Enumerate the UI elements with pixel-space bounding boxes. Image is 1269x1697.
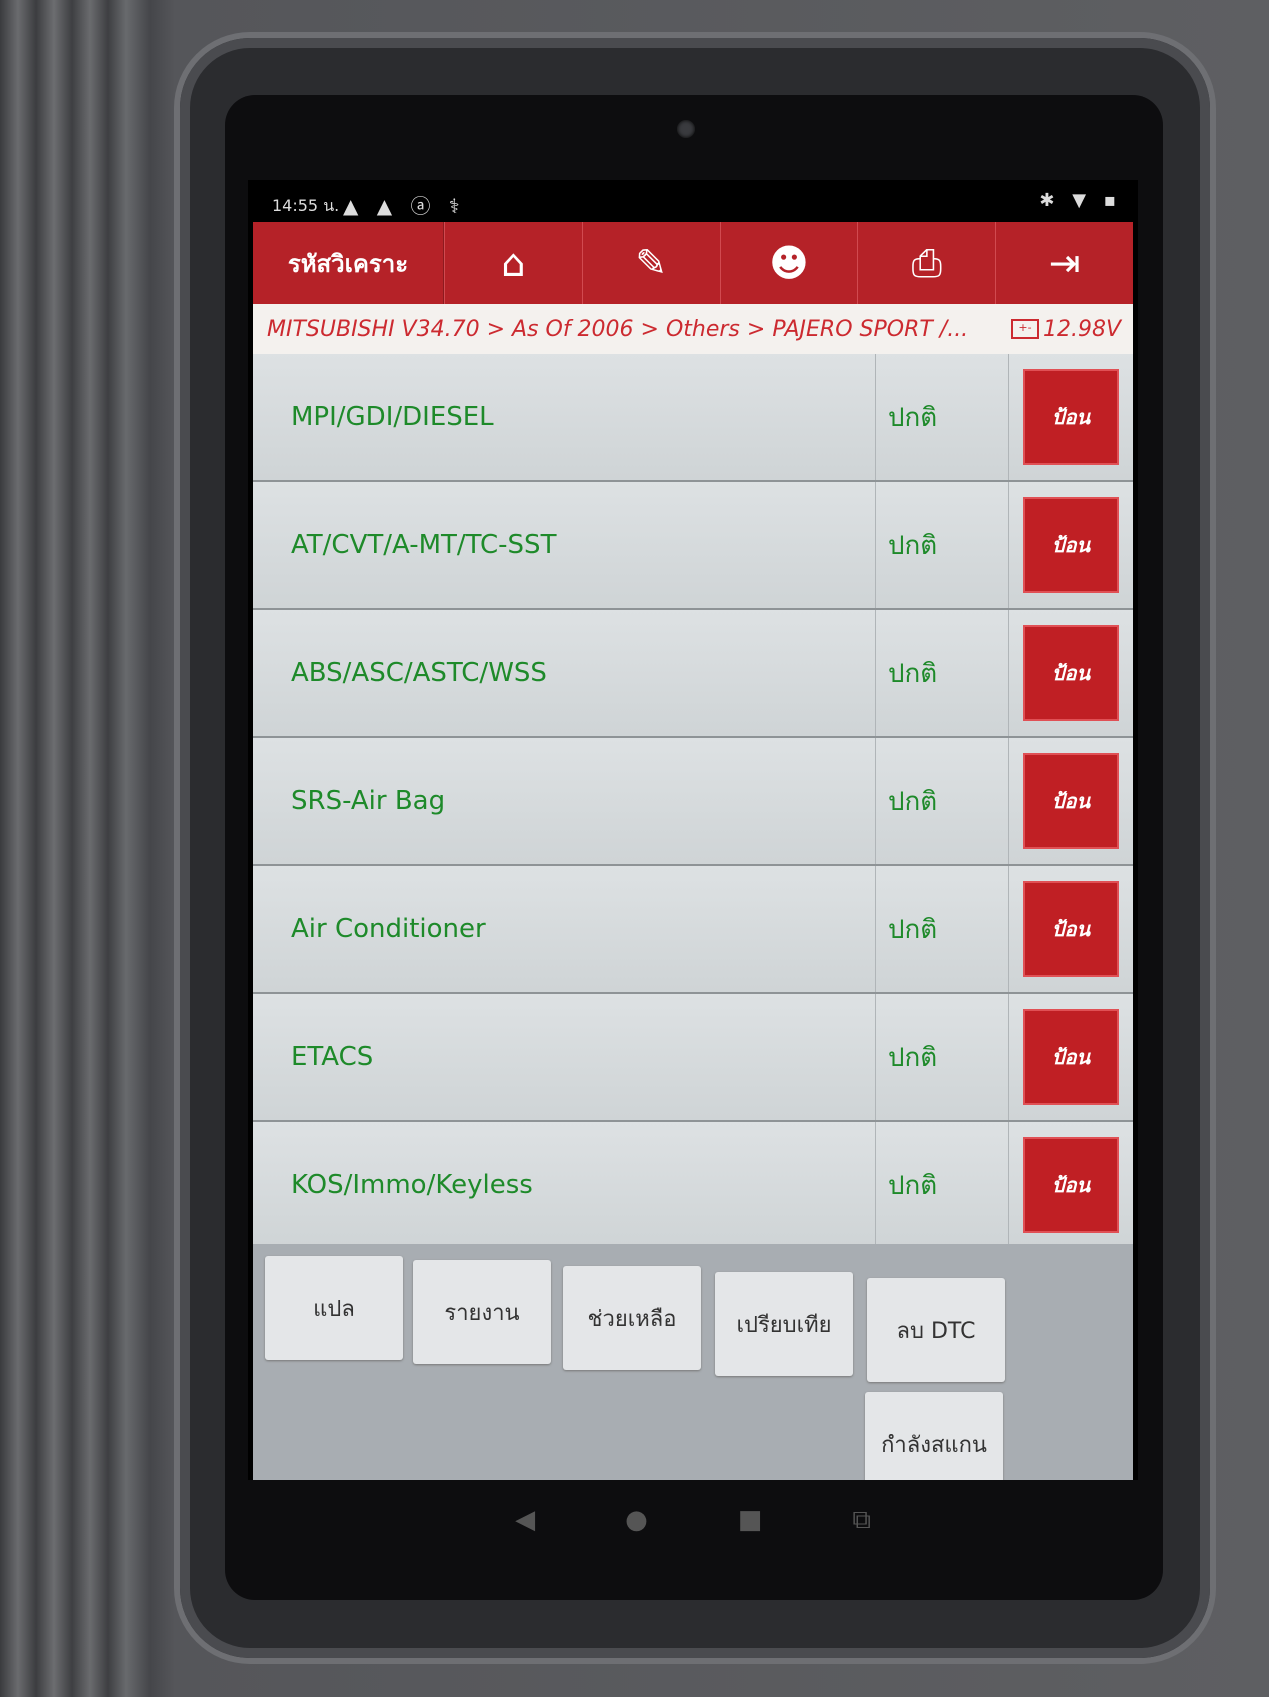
enter-cell: ป้อน [1009, 482, 1133, 608]
list-item: AT/CVT/A-MT/TC-SST ปกติ ป้อน [253, 482, 1133, 610]
back-icon[interactable]: ◀ [515, 1505, 535, 1535]
list-item: Air Conditioner ปกติ ป้อน [253, 866, 1133, 994]
clear-dtc-button[interactable]: ลบ DTC [867, 1278, 1005, 1382]
system-status: ปกติ [876, 866, 1009, 992]
page-title: รหัสวิเคราะ [253, 222, 444, 304]
system-status: ปกติ [876, 1122, 1009, 1248]
list-item: MPI/GDI/DIESEL ปกติ ป้อน [253, 354, 1133, 482]
home-button[interactable]: ⌂ [444, 222, 582, 304]
report-button[interactable]: รายงาน [413, 1260, 551, 1364]
system-status: ปกติ [876, 354, 1009, 480]
enter-button[interactable]: ป้อน [1023, 625, 1119, 721]
front-camera [677, 120, 695, 138]
top-toolbar: รหัสวิเคราะ ⌂ ✎ ☻ ⎙ ⇥ [253, 222, 1133, 304]
enter-cell: ป้อน [1009, 610, 1133, 736]
enter-button[interactable]: ป้อน [1023, 497, 1119, 593]
enter-cell: ป้อน [1009, 1122, 1133, 1248]
screen: 14:55 น. ▲ ▲ ⓐ ⚕ ✱ ▼ ▪ รหัสวิเคราะ ⌂ ✎ ☻… [248, 180, 1138, 1480]
system-name: ETACS [253, 994, 876, 1120]
exit-icon: ⇥ [1048, 241, 1081, 285]
enter-button[interactable]: ป้อน [1023, 369, 1119, 465]
enter-button[interactable]: ป้อน [1023, 1009, 1119, 1105]
battery-voltage: +- 12.98V [1010, 316, 1121, 342]
scanning-button[interactable]: กำลังสแกน [865, 1392, 1003, 1480]
compare-button[interactable]: เปรียบเทีย [715, 1272, 853, 1376]
list-item: ABS/ASC/ASTC/WSS ปกติ ป้อน [253, 610, 1133, 738]
system-name: ABS/ASC/ASTC/WSS [253, 610, 876, 736]
edit-button[interactable]: ✎ [581, 222, 720, 304]
system-list: MPI/GDI/DIESEL ปกติ ป้อน AT/CVT/A-MT/TC-… [253, 354, 1133, 1250]
enter-button[interactable]: ป้อน [1023, 1137, 1119, 1233]
list-item: SRS-Air Bag ปกติ ป้อน [253, 738, 1133, 866]
enter-button[interactable]: ป้อน [1023, 753, 1119, 849]
help-button[interactable]: ช่วยเหลือ [563, 1266, 701, 1370]
system-status: ปกติ [876, 994, 1009, 1120]
print-icon: ⎙ [911, 240, 942, 285]
system-name: AT/CVT/A-MT/TC-SST [253, 482, 876, 608]
system-status: ปกติ [876, 738, 1009, 864]
notification-icons: ▲ ▲ ⓐ ⚕ [343, 194, 466, 218]
battery-icon: +- [1010, 319, 1039, 339]
print-button[interactable]: ⎙ [857, 222, 995, 304]
list-item: ETACS ปกติ ป้อน [253, 994, 1133, 1122]
system-status: ปกติ [876, 482, 1009, 608]
footer-toolbar: แปล รายงาน ช่วยเหลือ เปรียบเทีย ลบ DTC ก… [253, 1244, 1133, 1480]
support-icon: ☻ [769, 241, 809, 285]
translate-button[interactable]: แปล [265, 1256, 403, 1360]
home-nav-icon[interactable]: ● [625, 1505, 648, 1535]
android-nav-bar: ◀ ● ■ ⧉ [248, 1480, 1138, 1560]
enter-button[interactable]: ป้อน [1023, 881, 1119, 977]
enter-cell: ป้อน [1009, 354, 1133, 480]
recent-apps-icon[interactable]: ■ [738, 1505, 763, 1535]
status-bar: 14:55 น. ▲ ▲ ⓐ ⚕ ✱ ▼ ▪ [248, 180, 1138, 222]
breadcrumb-path: MITSUBISHI V34.70 > As Of 2006 > Others … [267, 316, 969, 342]
enter-cell: ป้อน [1009, 866, 1133, 992]
system-name: MPI/GDI/DIESEL [253, 354, 876, 480]
system-icons: ✱ ▼ ▪ [1039, 190, 1122, 211]
system-name: KOS/Immo/Keyless [253, 1122, 876, 1248]
breadcrumb: MITSUBISHI V34.70 > As Of 2006 > Others … [253, 304, 1133, 354]
system-name: SRS-Air Bag [253, 738, 876, 864]
enter-cell: ป้อน [1009, 994, 1133, 1120]
status-time: 14:55 น. [272, 196, 340, 215]
voltage-value: 12.98V [1042, 316, 1121, 342]
system-name: Air Conditioner [253, 866, 876, 992]
screenshot-icon[interactable]: ⧉ [852, 1505, 871, 1536]
list-item: KOS/Immo/Keyless ปกติ ป้อน [253, 1122, 1133, 1250]
exit-button[interactable]: ⇥ [995, 222, 1133, 304]
home-icon: ⌂ [501, 241, 526, 285]
system-status: ปกติ [876, 610, 1009, 736]
enter-cell: ป้อน [1009, 738, 1133, 864]
support-button[interactable]: ☻ [719, 222, 858, 304]
edit-icon: ✎ [635, 241, 668, 285]
